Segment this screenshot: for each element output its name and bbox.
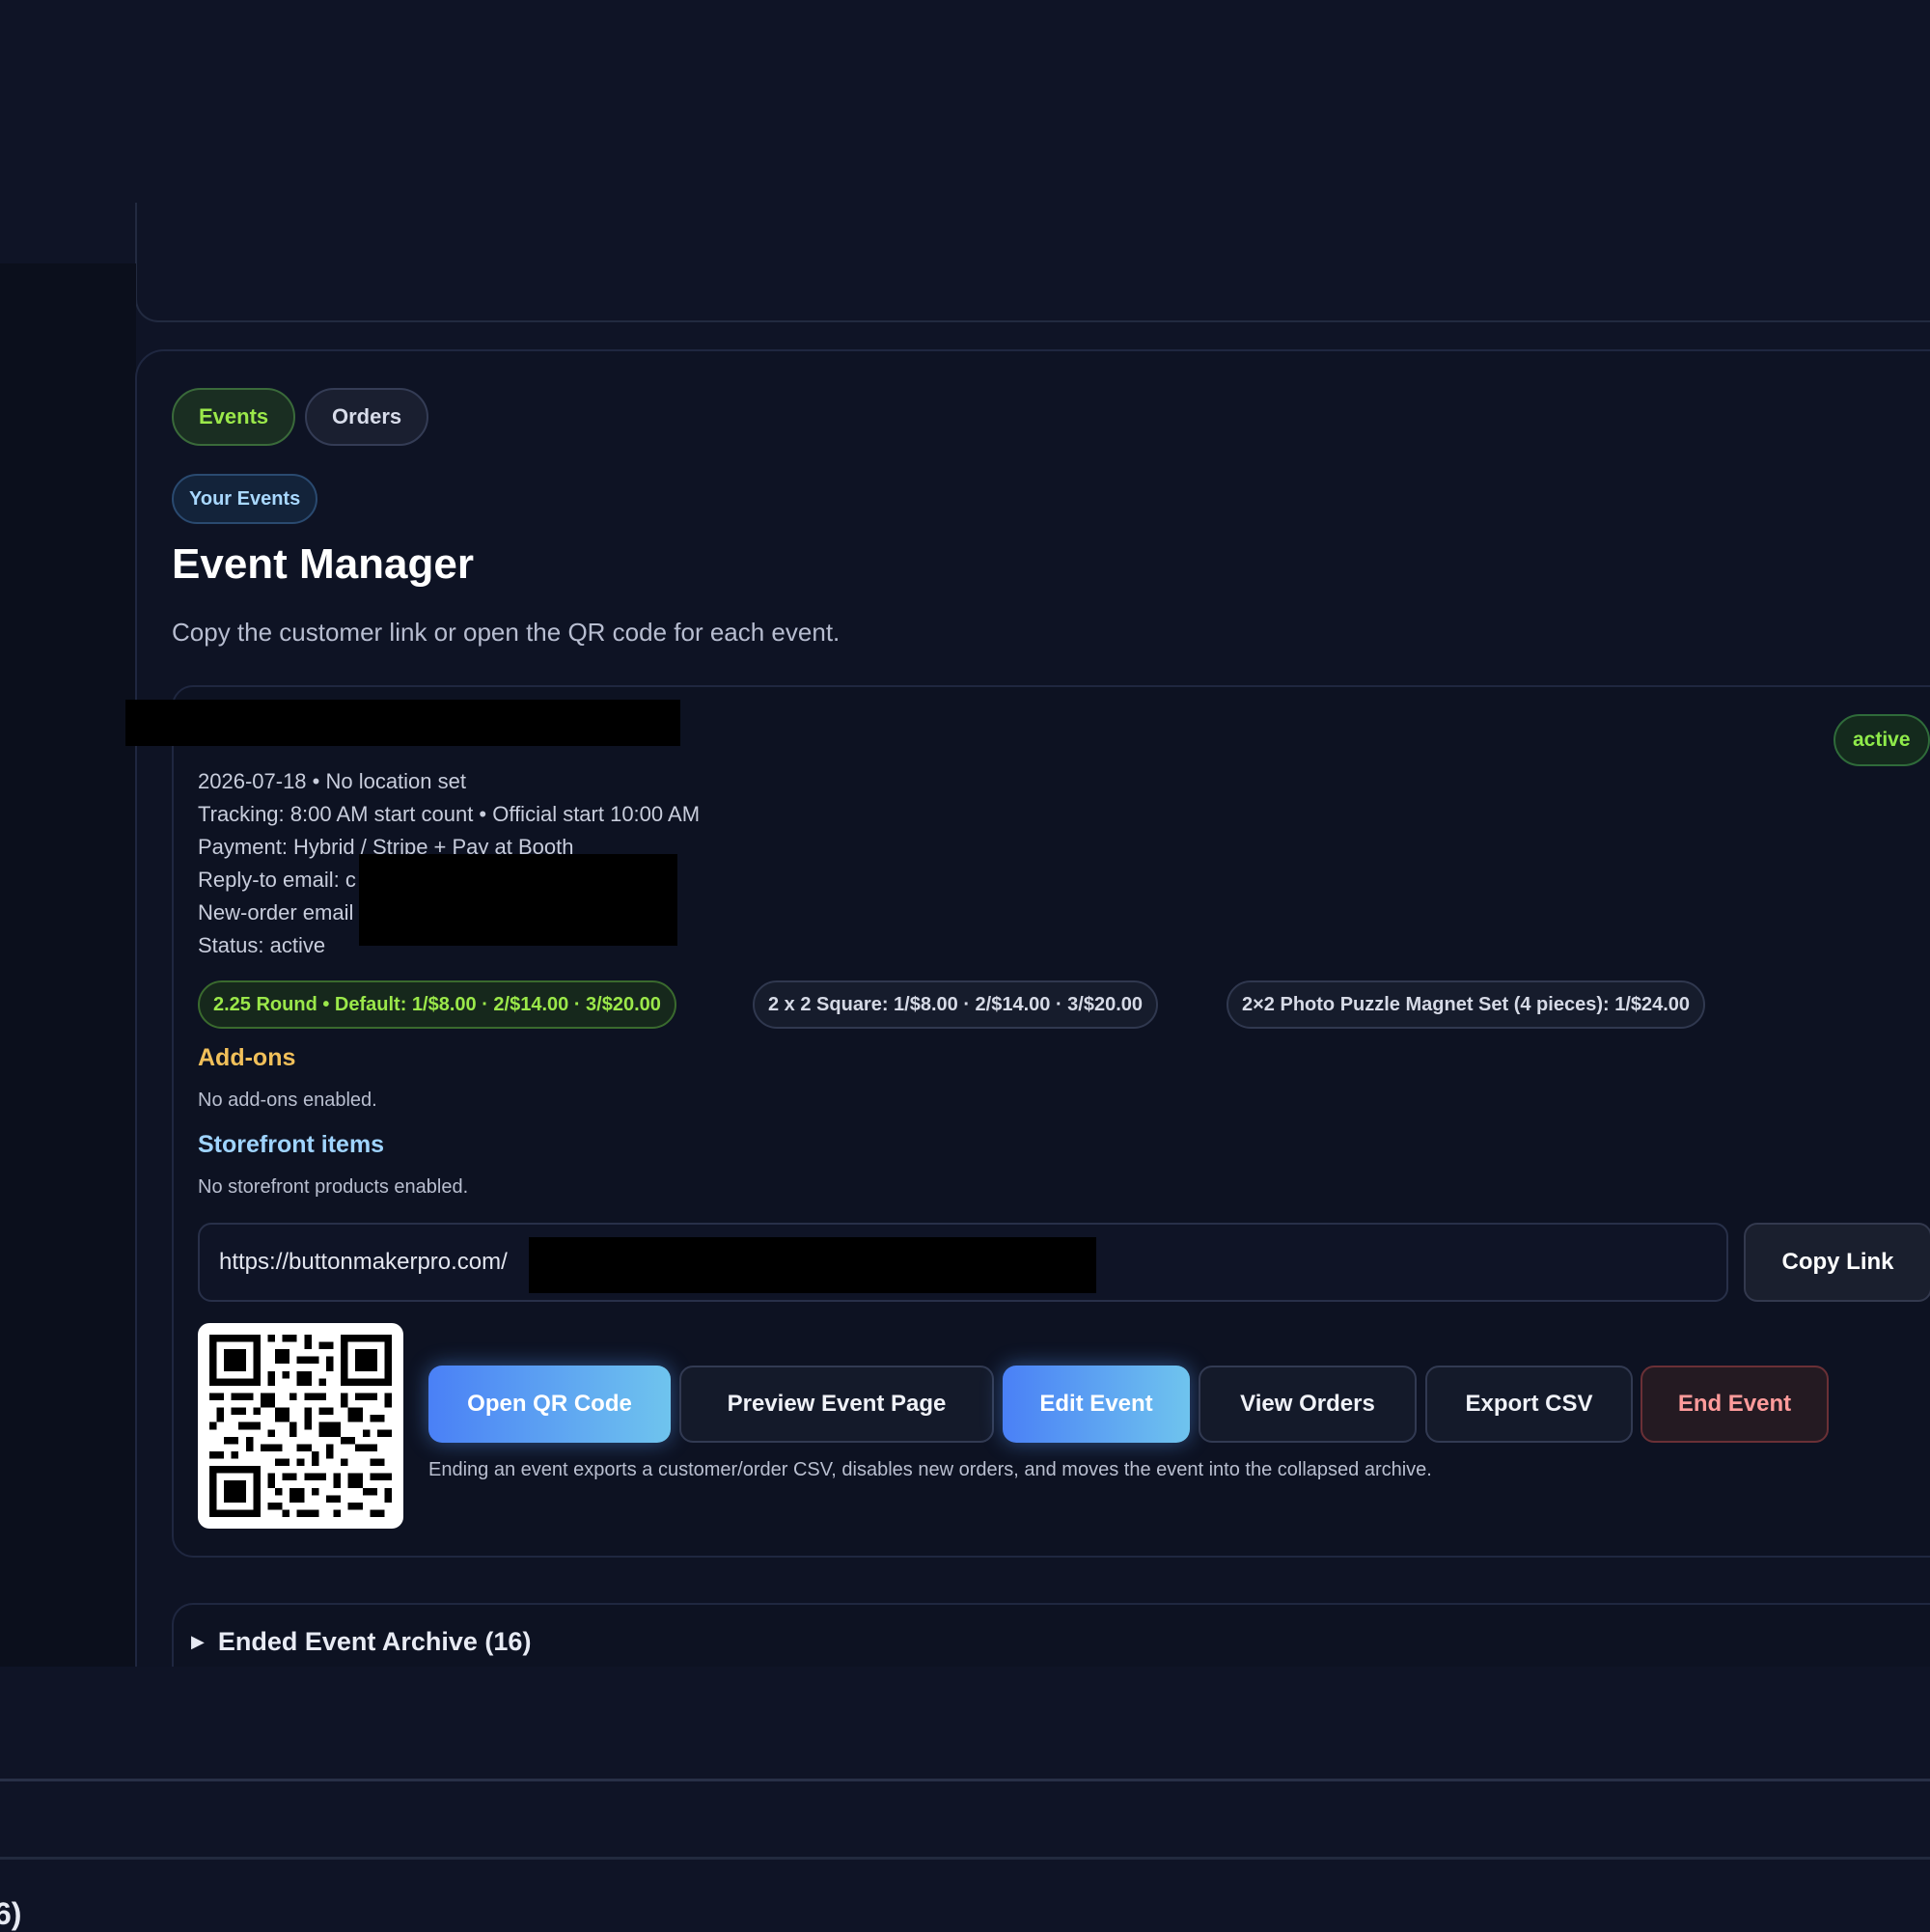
storefront-heading: Storefront items xyxy=(198,1131,385,1158)
archive-label: Ended Event Archive (16) xyxy=(217,1627,532,1656)
edit-event-button[interactable]: Edit Event xyxy=(1003,1366,1190,1443)
your-events-pill: Your Events xyxy=(172,474,318,524)
preview-event-page-button[interactable]: Preview Event Page xyxy=(679,1366,994,1443)
addons-heading: Add-ons xyxy=(198,1044,296,1071)
redaction-box xyxy=(529,1237,1096,1293)
storefront-note: No storefront products enabled. xyxy=(198,1176,469,1198)
cutoff-text: 6) xyxy=(0,1896,22,1931)
bottom-area xyxy=(0,1667,1930,1930)
event-status: Status: active xyxy=(198,933,326,957)
page-title: Event Manager xyxy=(172,540,474,588)
export-csv-button[interactable]: Export CSV xyxy=(1425,1366,1633,1443)
pricing-pill-square: 2 x 2 Square: 1/$8.00 · 2/$14.00 · 3/$20… xyxy=(753,980,1159,1029)
disclosure-triangle-icon: ▶ xyxy=(191,1632,205,1651)
divider xyxy=(0,1779,1930,1781)
pricing-pill-puzzle: 2×2 Photo Puzzle Magnet Set (4 pieces): … xyxy=(1227,980,1706,1029)
end-event-button[interactable]: End Event xyxy=(1640,1366,1829,1443)
left-rail xyxy=(0,263,136,1667)
redaction-box xyxy=(359,854,677,946)
addons-note: No add-ons enabled. xyxy=(198,1090,377,1111)
event-date-location: 2026-07-18 • No location set xyxy=(198,769,466,793)
status-badge: active xyxy=(1834,714,1930,766)
redaction-box xyxy=(125,700,680,746)
divider xyxy=(0,1857,1930,1860)
copy-link-button[interactable]: Copy Link xyxy=(1744,1223,1930,1302)
archive-toggle[interactable]: ▶ Ended Event Archive (16) xyxy=(191,1627,531,1657)
page-subtitle: Copy the customer link or open the QR co… xyxy=(172,618,841,647)
event-new-order-email: New-order email xyxy=(198,900,354,925)
customer-link-value: https://buttonmakerpro.com/ xyxy=(219,1249,508,1275)
end-event-note: Ending an event exports a customer/order… xyxy=(428,1459,1432,1480)
qr-code-graphic xyxy=(209,1335,392,1517)
previous-card xyxy=(135,203,1930,322)
tab-events[interactable]: Events xyxy=(172,388,296,446)
open-qr-code-button[interactable]: Open QR Code xyxy=(428,1366,671,1443)
event-tracking: Tracking: 8:00 AM start count • Official… xyxy=(198,802,701,826)
qr-code-image[interactable] xyxy=(198,1323,403,1529)
tab-orders[interactable]: Orders xyxy=(305,388,429,446)
event-reply-to: Reply-to email: c xyxy=(198,868,356,892)
view-orders-button[interactable]: View Orders xyxy=(1199,1366,1417,1443)
pricing-pill-round: 2.25 Round • Default: 1/$8.00 · 2/$14.00… xyxy=(198,980,676,1029)
